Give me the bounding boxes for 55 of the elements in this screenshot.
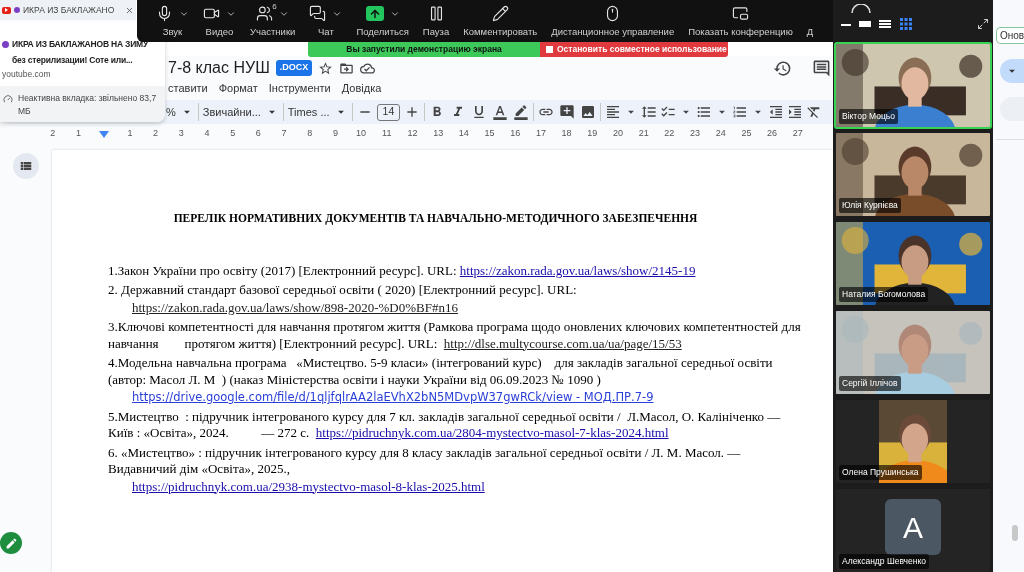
menu-item[interactable]: Інструменти [268, 79, 331, 97]
reference-item: 2. Державний стандарт базової середньої освіти ( 2020) [Електронний ресурс]. URL: https://zakon.rada.gov.ua/laws/show/898-2020-%D0%BF#n16 [108, 282, 578, 316]
participant-name: Олена Прушинська [839, 465, 922, 480]
reference-item: 3.Ключові компетентності для навчання протягом життя (Рамкова програма щодо оновлених ключових компетентностей для навчання протягом життя) [Електронний ресурс]. URL: http://dlse.multycourse.com.ua/ua/page/15/53 [108, 319, 802, 352]
video-tile[interactable]: Олена Прушинська [834, 398, 992, 485]
format-badge: .DOCX [275, 60, 313, 76]
document-heading: ПЕРЕЛІК НОРМАТИВНИХ ДОКУМЕНТІВ ТА НАВЧАЛЬНО-МЕТОДИЧНОГО ЗАБЕЗПЕЧЕННЯ [172, 211, 699, 227]
tab-preview-site: youtube.com [1, 68, 52, 81]
reference-item: 5.Мистецтво : підручник інтегрованого курсу для 7 кл. закладів загальної середньої освіти / Л.Масол, О. Калініченко — Київ : «Освіта», 2024. — 272 с. https://pidruchnyk.com.ua/2804-mystectvo-masol-7-klas-2024.html [108, 408, 782, 442]
reference-link[interactable]: https://zakon.rada.gov.ua/laws/show/2145-19 [459, 262, 696, 278]
zoom-dropdown[interactable]: % [166, 103, 194, 121]
participant-count: 6 [272, 0, 277, 13]
reference-link[interactable]: https://pidruchnyk.com.ua/2938-mystectvo-masol-8-klas-2025.html [132, 478, 485, 494]
toolbar-button[interactable]: Видео [198, 1, 241, 41]
reference-item: 6. «Мистецтво» : підручник інтегрованого курсу для 8 класу закладів загальної середньої освіти / Л. М. Масол. — Видавничий дім «Освіта», 2025., https://pidruchnyk.com.ua/2938-mystectvo-masol-8-klas-2025.html [108, 444, 742, 495]
participant-name: Сергій Іллічов [839, 376, 901, 391]
video-tile[interactable]: A Александр Шевченко [834, 487, 992, 572]
font-dropdown[interactable]: Times ... [287, 103, 348, 121]
reference-link[interactable]: https://drive.google.com/file/d/1qljfqlrAA2laEVhX2bN5MDvpW37gwRCk/view - МОД.ПР.7-9 [132, 390, 654, 404]
style-dropdown[interactable]: Звичайни... [202, 103, 279, 121]
toolbar-button[interactable]: Пауза [417, 1, 455, 41]
toolbar-button[interactable]: Комментировать [458, 1, 543, 41]
document-title[interactable]: 7-8 клас НУШ [168, 56, 270, 80]
toolbar-button[interactable]: Чат [304, 1, 348, 41]
video-tile[interactable]: Сергій Іллічов [834, 309, 992, 396]
reference-item: 1.Закон України про освіту (2017) [Електронний ресурс]. URL: https://zakon.rada.gov.ua/laws/show/2145-19 [108, 262, 697, 279]
ruler: 2 1 1 2 3 4 5 6 7 8 9 10 11 12 13 14 15 16 17 18 19 20 21 22 23 24 25 26 27 [49, 127, 804, 141]
sharing-banner: Вы запустили демонстрацию экрана [308, 42, 540, 57]
browser-tab[interactable]: ИКРА ИЗ БАКЛАЖАНО [0, 0, 136, 20]
video-tile[interactable]: Наталия Богомолова [834, 220, 992, 307]
participant-name: Віктор Моцьо [839, 109, 898, 124]
toolbar-button[interactable]: Дистанционное управление [546, 1, 680, 41]
menu-item[interactable]: ставити [168, 79, 208, 97]
toolbar-button[interactable]: Д [801, 1, 819, 41]
participant-name: Юлія Курпієва [839, 198, 901, 213]
stop-sharing-button[interactable]: Остановить совместное использование [540, 42, 728, 57]
toolbar-button[interactable]: Звук [151, 1, 194, 41]
video-tile[interactable]: Віктор Моцьо [834, 42, 992, 129]
reference-link[interactable]: https://pidruchnyk.com.ua/2804-mystectvo-masol-7-klas-2024.html [315, 425, 669, 440]
avatar-tile: A [885, 499, 941, 555]
toolbar-button[interactable]: 6 Участники [245, 1, 301, 41]
participant-name: Наталия Богомолова [839, 287, 929, 302]
toolbar-button[interactable]: Показать конференцию [683, 1, 798, 41]
font-size-field[interactable]: 14 [376, 103, 401, 121]
participant-name: Александр Шевченко [839, 554, 929, 569]
tab-preview-title: ИКРА ИЗ БАКЛАЖАНОВ НА ЗИМУ без стерилизации! Соте или... [12, 38, 150, 67]
toolbar-button[interactable]: Поделиться [351, 1, 414, 41]
reference-link[interactable]: http://dlse.multycourse.com.ua/ua/page/15/53 [443, 335, 682, 351]
menu-item[interactable]: Довідка [341, 79, 382, 97]
memory-note: Неактивна вкладка: звільнено 83,7 МБ [18, 92, 158, 118]
reference-link[interactable]: https://zakon.rada.gov.ua/laws/show/898-2020-%D0%BF#n16 [132, 299, 458, 315]
menu-item[interactable]: Формат [218, 79, 258, 97]
update-button[interactable]: Онов [996, 27, 1024, 44]
video-tile[interactable]: Юлія Курпієва [834, 131, 992, 218]
reference-item: 4.Модельна навчальна програма «Мистецтво. 5-9 класи» (інтегрований курс) для закладів загальної середньої освіти (автор: Масол Л. М ) (наказ Міністерства освіти і науки України від 06.09.2023 № 1090 ) https://drive.google.com/file/d/1qljfqlrAA2laEVhX2bN5MDvpW37gwRCk/view - МОД.ПР.7-9 [108, 355, 774, 406]
